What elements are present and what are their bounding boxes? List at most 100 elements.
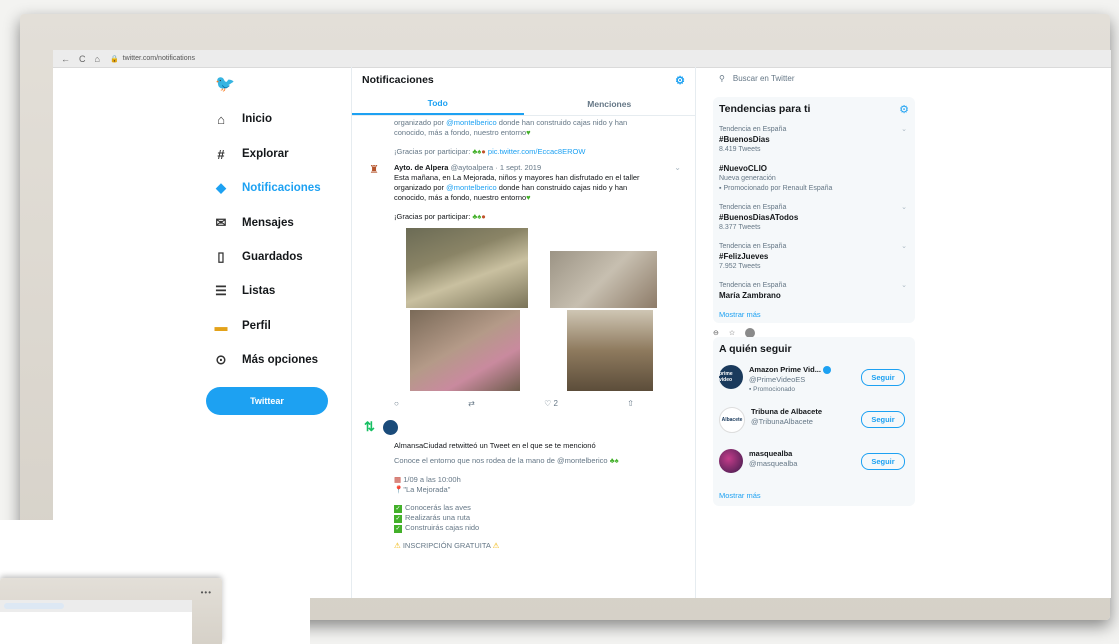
promoted-label: Promocionado por Renault España [723,185,833,192]
chevron-down-icon[interactable]: ⌄ [674,163,681,173]
mention-link[interactable]: @montelberico [446,183,497,192]
sidebar-item-listas[interactable]: ☰ Listas [214,283,275,298]
photo-3[interactable] [410,310,520,391]
sidebar-item-label: Mensajes [242,217,294,229]
home-icon: ⌂ [217,111,225,127]
share-icon[interactable]: ⇧ [627,399,634,409]
emoji-icons: ♣♠ [472,212,482,221]
photo-2[interactable] [550,251,657,308]
sidebar-item-explorar[interactable]: # Explorar [214,147,289,162]
tweet-button[interactable]: Twittear [206,387,328,415]
warning-icon: ⚠ [492,541,500,550]
trends-panel: Tendencias para ti ⚙ ⌄ Tendencia en Espa… [713,97,915,323]
reply-icon[interactable]: ○ [394,399,399,409]
follow-handle: @masquealba [749,459,798,468]
list-item: Realizarás una ruta [405,513,471,522]
trend-topic: #FelizJueves [719,252,769,261]
back-icon[interactable]: ← [61,54,70,64]
retweet-icon[interactable]: ⇄ [468,399,475,409]
avatar[interactable]: prime video [719,365,743,389]
like-button[interactable]: ♡ 2 [544,399,558,409]
photo-4[interactable] [567,310,653,391]
sidebar-item-label: Guardados [242,251,303,263]
tweet-author[interactable]: Ayto. de Alpera [394,163,448,172]
follow-name[interactable]: masquealba [749,449,797,459]
tweet-text: ¡Gracias por participar [394,212,469,221]
who-to-follow-panel: A quién seguir prime video Amazon Prime … [713,337,915,506]
bell-icon: ◆ [216,180,226,195]
follow-suggestion[interactable]: prime video Amazon Prime Vid... @PrimeVi… [719,365,909,395]
trend-item[interactable]: ⌄ Tendencia en España María Zambrano [719,281,909,301]
follow-name[interactable]: Amazon Prime Vid... [749,365,821,374]
owl-emoji-icon: ● [481,147,486,156]
chevron-down-icon[interactable]: ⌄ [901,203,907,213]
search-input[interactable]: ⚲ Buscar en Twitter [713,67,953,89]
browser-screen: ← C ⌂ 🔒 twitter.com/notifications ⊖ ☆ 🐦 … [53,50,1111,598]
heart-emoji-icon: ♥ [526,193,531,202]
avatar[interactable] [719,449,743,473]
follow-suggestion[interactable]: Albacete Tribuna de Albacete @TribunaAlb… [719,407,909,437]
second-monitor: ••• [0,520,310,644]
second-monitor-frame: ••• [0,578,222,644]
show-more-trends-link[interactable]: Mostrar más [719,310,909,319]
warning-icon: ⚠ [394,541,401,550]
trend-subtitle: Nueva generación [719,175,776,182]
retweet-notification-header: ⇅ [352,409,695,435]
column-header: Notificaciones ⚙ [352,67,695,93]
settings-gear-icon[interactable]: ⚙ [675,74,685,87]
tweet-text: Esta mañana, en La Mejorada, niños y may… [394,173,640,182]
settings-gear-icon[interactable]: ⚙ [899,103,909,116]
photo-1[interactable] [406,228,528,308]
emoji-icons: ♣♠ [472,147,482,156]
sidebar-item-guardados[interactable]: ▯ Guardados [214,249,303,264]
more-icon: ••• [200,588,212,597]
chevron-down-icon[interactable]: ⌄ [901,242,907,252]
list-item: Construirás cajas nido [405,523,480,532]
trend-item-promoted[interactable]: #NuevoCLIO Nueva generación ▪ Promociona… [719,164,909,194]
emoji-icons: ♣♠ [609,456,619,465]
sidebar-item-label: Explorar [242,148,289,160]
trends-title: Tendencias para ti [719,103,811,115]
follow-button[interactable]: Seguir [861,411,905,428]
retweet-icon: ⇅ [364,419,375,434]
follow-name[interactable]: Tribuna de Albacete [751,407,822,417]
avatar[interactable]: ♜ [366,165,382,183]
tweet[interactable]: ♜ ⌄ Ayto. de Alpera @aytoalpera · 1 sept… [352,157,695,409]
sidebar-item-inicio[interactable]: ⌂ Inicio [214,111,272,127]
address-bar[interactable]: 🔒 twitter.com/notifications [110,55,195,63]
trend-item[interactable]: ⌄ Tendencia en España #BuenosDiasATodos … [719,203,909,233]
pic-link[interactable]: pic.twitter.com/Eccac8EROW [488,147,586,156]
sidebar-item-notificaciones[interactable]: ◆ Notificaciones [214,180,321,195]
show-more-follow-link[interactable]: Mostrar más [719,491,909,500]
sidebar-item-mensajes[interactable]: ✉ Mensajes [214,215,294,230]
sidebar-item-perfil[interactable]: ▬ Perfil [214,319,271,334]
reload-icon[interactable]: C [79,54,86,64]
calendar-icon: ▦ [394,475,402,484]
tab-todo[interactable]: Todo [352,93,524,115]
tweet-text: donde han construido cajas nido y han [498,183,628,192]
follow-handle: @TribunaAlbacete [751,417,813,426]
trend-count: 8.377 Tweets [719,224,761,231]
tweet-photo-grid[interactable] [394,228,677,391]
more-icon: ⊙ [215,352,227,367]
trend-context: Tendencia en España [719,282,787,289]
home-browser-icon[interactable]: ⌂ [95,54,100,64]
sidebar-item-mas-opciones[interactable]: ⊙ Más opciones [214,352,319,367]
avatar[interactable] [382,419,398,435]
follow-suggestion[interactable]: masquealba @masquealba Seguir [719,449,909,479]
tab-menciones[interactable]: Menciones [524,93,696,115]
trend-item[interactable]: ⌄ Tendencia en España #FelizJueves 7.952… [719,242,909,272]
url-text: twitter.com/notifications [122,55,196,62]
chevron-down-icon[interactable]: ⌄ [901,125,907,135]
avatar[interactable]: Albacete [719,407,745,433]
twitter-bird-icon[interactable]: 🐦 [215,77,235,93]
tweet-text: Conoce el entorno que nos rodea de la ma… [394,456,608,465]
mention-link[interactable]: @montelberico [446,118,497,127]
retweet-notification-text[interactable]: AlmansaCiudad retwitteó un Tweet en el q… [352,435,695,450]
chevron-down-icon[interactable]: ⌄ [901,281,907,291]
follow-button[interactable]: Seguir [861,453,905,470]
bookmark-icon: ▯ [217,249,225,264]
trend-item[interactable]: ⌄ Tendencia en España #BuenosDias 8.419 … [719,125,909,155]
follow-button[interactable]: Seguir [861,369,905,386]
notifications-column: Notificaciones ⚙ Todo Menciones organiza… [351,67,696,598]
